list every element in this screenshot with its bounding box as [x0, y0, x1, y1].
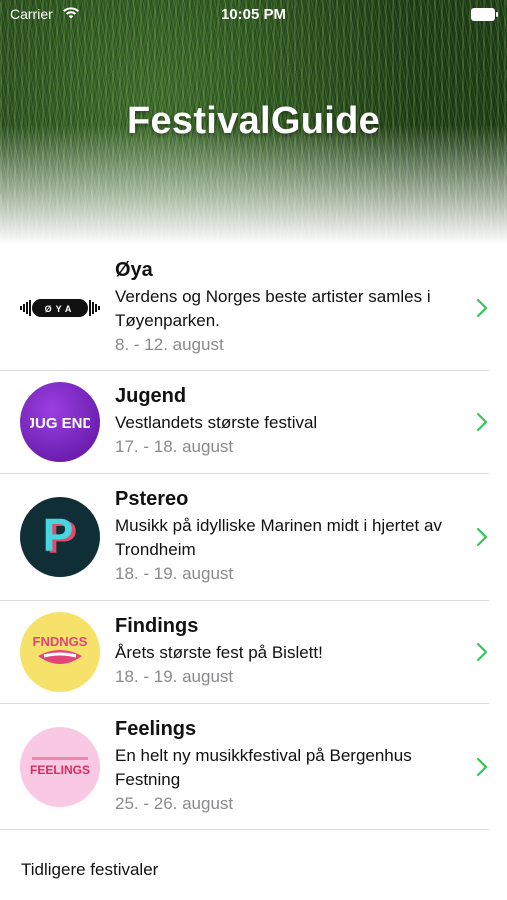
oya-logo-icon: ØYA: [20, 268, 100, 348]
festival-name: Pstereo: [115, 488, 189, 510]
festival-row-feelings[interactable]: FEELINGS Feelings En helt ny musikkfesti…: [0, 704, 489, 830]
chevron-right-icon: [476, 527, 488, 547]
festival-list: ØYA Øya Verdens og Norges beste artister…: [0, 245, 507, 830]
pstereo-logo-text: P: [43, 509, 74, 561]
chevron-right-icon: [476, 412, 488, 432]
chevron-right-icon: [476, 298, 488, 317]
app-title: FestivalGuide: [126, 100, 381, 142]
festival-row-findings[interactable]: FNDNGS Findings Årets største fest på Bi…: [0, 601, 489, 704]
festival-description: En helt ny musikkfestival på Bergenhus F…: [115, 746, 412, 789]
jugend-logo-icon: JUG END: [20, 382, 100, 462]
feelings-logo-text: FEELINGS: [30, 763, 90, 777]
festival-row-jugend[interactable]: JUG END Jugend Vestlandets største festi…: [0, 371, 489, 474]
chevron-right-icon: [476, 642, 488, 662]
chevron-right-icon: [476, 757, 488, 776]
oya-logo-text: ØYA: [45, 304, 76, 314]
festival-dates: 25. - 26. august: [115, 794, 234, 813]
past-festivals-link[interactable]: Tidligere festivaler: [21, 860, 158, 880]
status-bar: Carrier 10:05 PM: [0, 0, 507, 30]
pstereo-logo-icon: P P: [20, 497, 100, 577]
festival-dates: 18. - 19. august: [115, 564, 234, 583]
findings-logo-icon: FNDNGS: [20, 612, 100, 692]
clock: 10:05 PM: [220, 6, 287, 23]
findings-logo-text: FNDNGS: [33, 634, 88, 649]
battery-icon: [471, 8, 498, 21]
jugend-logo-text: JUG END: [30, 415, 90, 432]
festival-description: Vestlandets største festival: [115, 413, 318, 432]
festival-row-oya[interactable]: ØYA Øya Verdens og Norges beste artister…: [0, 245, 489, 371]
festival-row-pstereo[interactable]: P P Pstereo Musikk på idylliske Marinen …: [0, 474, 489, 601]
feelings-logo-icon: FEELINGS: [20, 726, 100, 807]
festival-dates: 17. - 18. august: [115, 437, 234, 456]
festival-name: Øya: [115, 259, 153, 281]
festival-description: Årets største fest på Bislett!: [115, 643, 323, 662]
festival-description: Verdens og Norges beste artister samles …: [115, 287, 431, 330]
festival-description: Musikk på idylliske Marinen midt i hjert…: [115, 516, 442, 559]
festival-name: Findings: [115, 615, 199, 637]
festival-name: Jugend: [115, 385, 187, 407]
festival-dates: 8. - 12. august: [115, 335, 224, 354]
festival-dates: 18. - 19. august: [115, 667, 234, 686]
festival-name: Feelings: [115, 718, 197, 740]
